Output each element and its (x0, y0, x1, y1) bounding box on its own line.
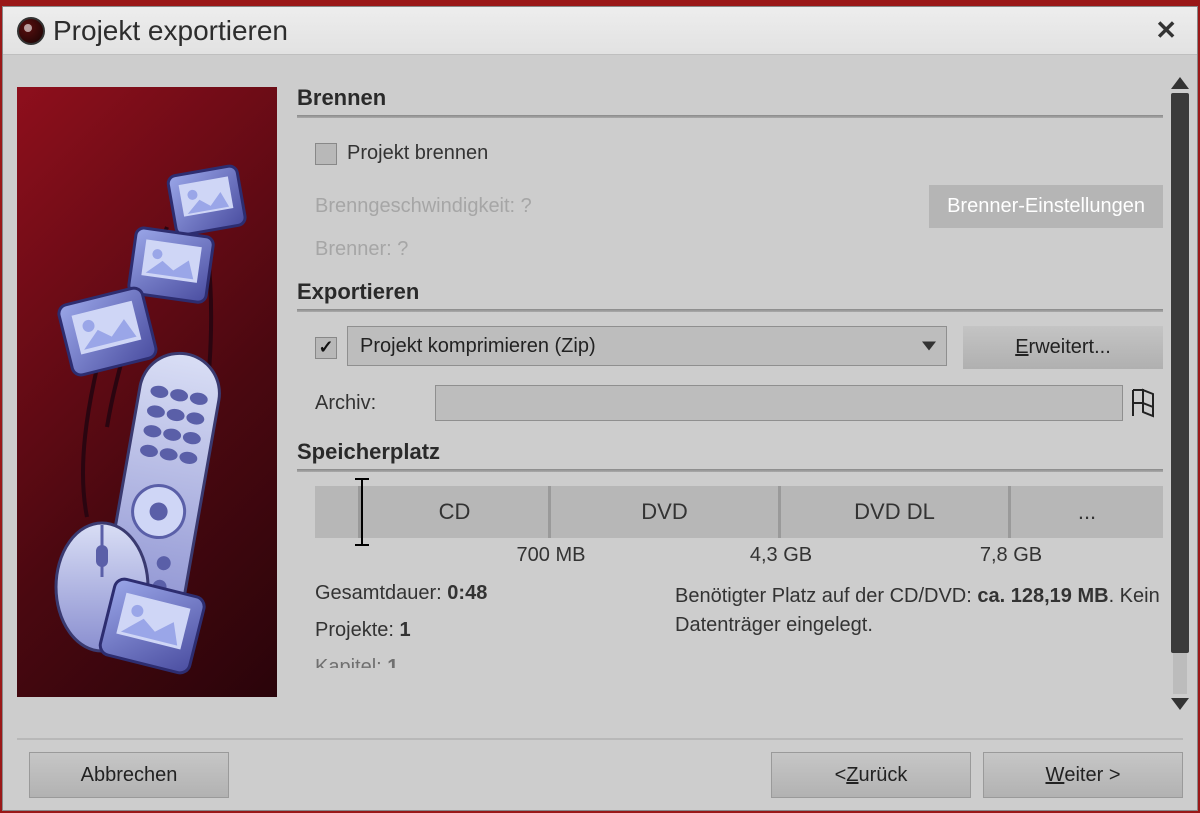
section-title-burn: Brennen (297, 85, 1163, 111)
media-seg-more: ... (1011, 486, 1163, 538)
main-content: Brennen Projekt brennen x Brenngeschwind… (297, 67, 1191, 710)
storage-stats: Gesamtdauer: 0:48 Projekte: 1 Kapitel: 1… (315, 582, 1163, 682)
export-checkbox[interactable] (315, 337, 337, 359)
wizard-side-image (17, 87, 277, 697)
scroll-rail[interactable] (1173, 93, 1187, 694)
projects-line: Projekte: 1 (315, 619, 675, 642)
media-tick-labels: 700 MB 4,3 GB 7,8 GB (315, 544, 1163, 570)
browse-icon[interactable] (1123, 385, 1163, 421)
burner-row: Brenner: ? (315, 238, 1163, 261)
media-seg-cd: CD (361, 486, 551, 538)
advanced-button[interactable]: Erweitert... (963, 326, 1163, 369)
duration-line: Gesamtdauer: 0:48 (315, 582, 675, 605)
section-title-storage: Speicherplatz (297, 439, 1163, 465)
burn-speed-label: Brenngeschwindigkeit: ? (315, 195, 532, 218)
burn-checkbox[interactable] (315, 143, 337, 165)
tick-dvddl: 7,8 GB (980, 544, 1042, 567)
archive-row: Archiv: (315, 385, 1163, 421)
scroll-up-icon[interactable] (1171, 77, 1189, 89)
scroll-thumb[interactable] (1171, 93, 1189, 653)
burner-settings-button[interactable]: Brenner-Einstellungen (929, 185, 1163, 228)
export-format-selected: Projekt komprimieren (Zip) (360, 335, 596, 358)
scroll-down-icon[interactable] (1171, 698, 1189, 710)
close-icon[interactable]: ✕ (1149, 15, 1183, 46)
next-button[interactable]: Weiter > (983, 752, 1183, 798)
burn-speed-row: Brenngeschwindigkeit: ? Brenner-Einstell… (315, 185, 1163, 228)
dialog-body: Brennen Projekt brennen x Brenngeschwind… (17, 67, 1191, 710)
media-size-bar: CD DVD DVD DL ... (315, 486, 1163, 538)
divider (297, 309, 1163, 312)
dialog-window: Projekt exportieren ✕ (2, 6, 1198, 811)
media-seg-dvddl: DVD DL (781, 486, 1011, 538)
divider (297, 469, 1163, 472)
back-button[interactable]: < Zurück (771, 752, 971, 798)
media-seg-dvd: DVD (551, 486, 781, 538)
tick-cd: 700 MB (517, 544, 586, 567)
required-space-text: Benötigter Platz auf der CD/DVD: ca. 128… (675, 582, 1163, 682)
app-icon (17, 17, 45, 45)
cancel-button[interactable]: Abbrechen (29, 752, 229, 798)
export-format-dropdown[interactable]: Projekt komprimieren (Zip) (347, 326, 947, 366)
dialog-title: Projekt exportieren (53, 15, 1149, 47)
tick-dvd: 4,3 GB (750, 544, 812, 567)
media-seg-used (315, 486, 361, 538)
archive-path-input[interactable] (435, 385, 1123, 421)
burn-checkbox-row: Projekt brennen x (315, 132, 1163, 175)
burner-label: Brenner: ? (315, 238, 408, 261)
chevron-down-icon (922, 342, 936, 351)
usage-cursor-icon (361, 480, 363, 544)
titlebar: Projekt exportieren ✕ (3, 7, 1197, 55)
export-row: Projekt komprimieren (Zip) Erweitert... (315, 326, 1163, 369)
divider (297, 115, 1163, 118)
scrollbar[interactable] (1169, 77, 1191, 710)
burn-checkbox-label: Projekt brennen (347, 142, 488, 165)
chapters-line: Kapitel: 1 (315, 656, 675, 668)
section-title-export: Exportieren (297, 279, 1163, 305)
archive-label: Archiv: (315, 392, 435, 415)
dialog-footer: Abbrechen < Zurück Weiter > (17, 738, 1183, 792)
